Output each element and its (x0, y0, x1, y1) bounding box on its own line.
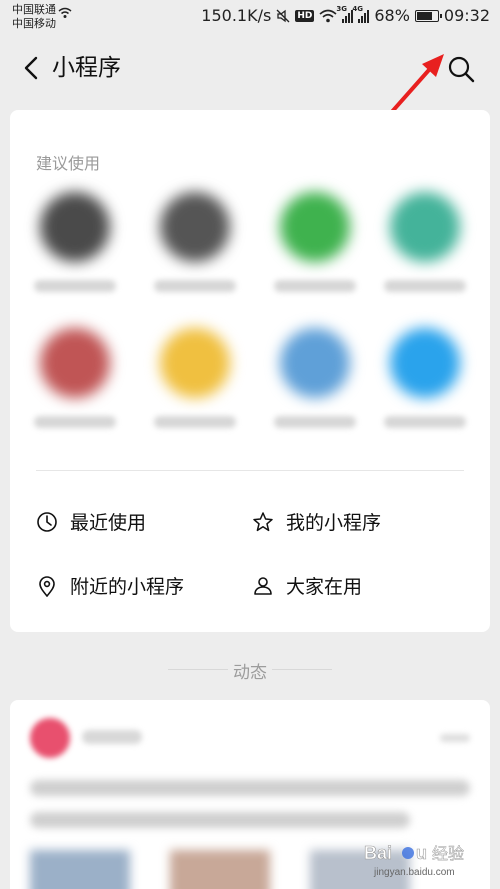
suggested-app[interactable] (370, 192, 480, 312)
feed-text-blurred (30, 780, 470, 796)
svg-text:经验: 经验 (432, 844, 464, 863)
app-name-blurred (154, 280, 236, 292)
feed-image-blurred (170, 850, 270, 889)
divider (36, 470, 464, 471)
suggested-app[interactable] (140, 328, 250, 448)
dynamics-label: 动态 (233, 663, 267, 683)
page-title: 小程序 (52, 55, 121, 81)
divider (272, 669, 332, 670)
wifi-icon (58, 7, 72, 18)
clock-icon (37, 511, 57, 532)
baidu-jingyan-watermark: Bai u 经验 jingyan.baidu.com (364, 843, 464, 878)
app-icon (160, 328, 230, 398)
wifi-icon-status (319, 9, 337, 22)
app-icon (280, 192, 350, 262)
carrier-1: 中国联通 (12, 3, 56, 16)
carrier-names: 中国联通 中国移动 (12, 3, 56, 31)
my-programs-label: 我的小程序 (286, 512, 382, 534)
feed-image-blurred (30, 850, 130, 889)
svg-text:u: u (416, 843, 427, 863)
people-icon (254, 576, 272, 595)
app-icon (40, 328, 110, 398)
app-icon (40, 192, 110, 262)
app-icon (160, 192, 230, 262)
star-icon (253, 511, 273, 531)
app-icon (280, 328, 350, 398)
clock: 09:32 (443, 6, 490, 25)
search-icon[interactable] (446, 54, 476, 84)
avatar (30, 718, 70, 758)
app-name-blurred (384, 280, 466, 292)
app-name-blurred (384, 416, 466, 428)
hd-badge: HD (295, 9, 315, 22)
app-icon (390, 328, 460, 398)
app-name-blurred (274, 280, 356, 292)
status-right: 150.1K/s HD 3G 4G 68% 09:32 (201, 5, 490, 26)
network-speed: 150.1K/s (201, 6, 272, 25)
battery-icon (414, 9, 442, 22)
suggested-app[interactable] (140, 192, 250, 312)
suggested-app[interactable] (20, 192, 130, 312)
my-programs-button[interactable]: 我的小程序 (252, 508, 381, 535)
suggested-app[interactable] (260, 192, 370, 312)
nearby-label: 附近的小程序 (70, 576, 185, 598)
app-icon (390, 192, 460, 262)
feed-author-blurred (82, 730, 142, 744)
mini-program-card: 建议使用 最近使用 我的小程序 附近的小程序 大家在用 (10, 110, 490, 632)
popular-label: 大家在用 (286, 576, 363, 598)
more-icon[interactable] (440, 734, 470, 742)
feed-text-blurred (30, 812, 410, 828)
status-bar: 中国联通 中国移动 150.1K/s HD 3G 4G 68% 09:32 (0, 0, 500, 34)
suggested-app[interactable] (20, 328, 130, 448)
suggested-app[interactable] (370, 328, 480, 448)
chevron-left-icon[interactable] (18, 54, 46, 82)
nearby-button[interactable]: 附近的小程序 (36, 572, 184, 599)
app-name-blurred (274, 416, 356, 428)
signal-icon-2: 4G (352, 5, 370, 23)
battery-percent: 68% (374, 6, 410, 25)
app-name-blurred (34, 416, 116, 428)
app-name-blurred (154, 416, 236, 428)
svg-text:Bai: Bai (364, 843, 392, 863)
carrier-2: 中国移动 (12, 17, 56, 30)
dynamics-header: 动态 (0, 655, 500, 685)
svg-text:jingyan.baidu.com: jingyan.baidu.com (373, 867, 455, 878)
popular-button[interactable]: 大家在用 (252, 572, 362, 599)
recent-used-button[interactable]: 最近使用 (36, 508, 146, 535)
suggested-app[interactable] (260, 328, 370, 448)
suggested-label: 建议使用 (36, 154, 101, 173)
app-name-blurred (34, 280, 116, 292)
recent-used-label: 最近使用 (70, 512, 147, 534)
mute-icon (276, 9, 290, 22)
location-pin-icon (39, 575, 55, 597)
